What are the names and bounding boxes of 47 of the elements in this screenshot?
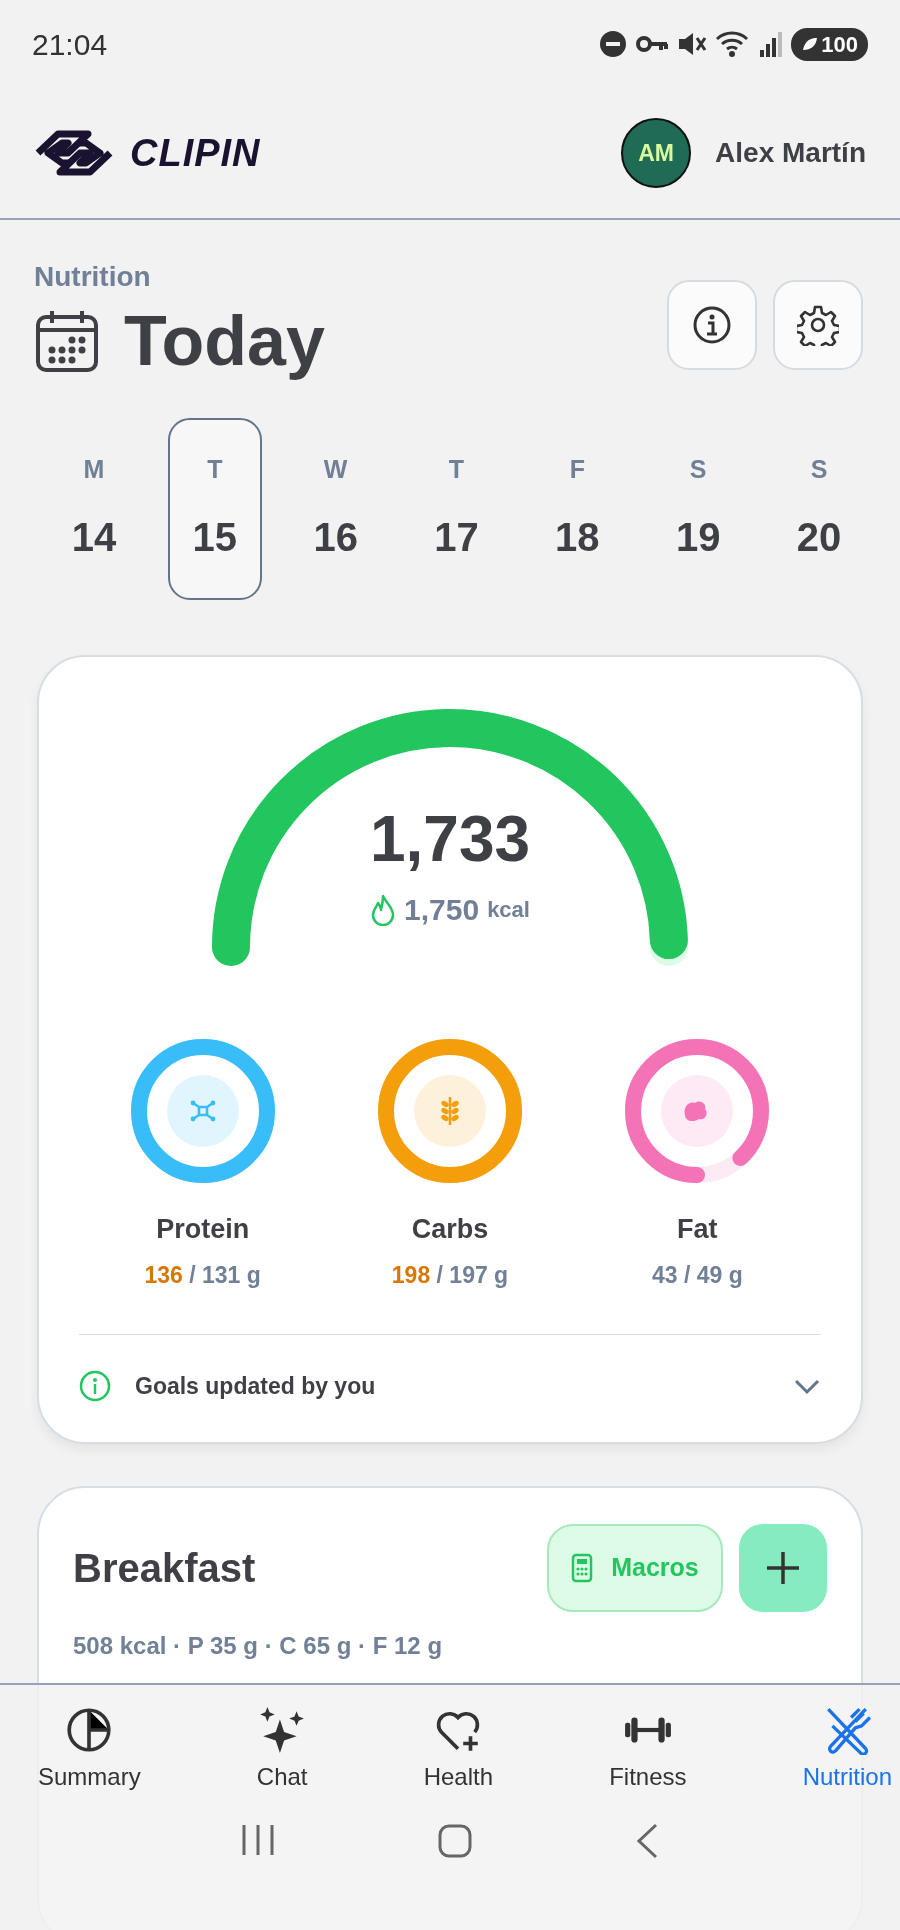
day-button[interactable]: M 14 bbox=[47, 418, 141, 600]
calorie-goal: 1,750 bbox=[404, 892, 480, 928]
day-button[interactable]: T 15 bbox=[167, 418, 262, 600]
day-button[interactable]: W 16 bbox=[288, 418, 383, 600]
flame-icon bbox=[370, 893, 397, 926]
day-button[interactable]: S 19 bbox=[651, 418, 746, 600]
goals-note: Goals updated by you bbox=[135, 1372, 376, 1401]
user-name: Alex Martín bbox=[715, 136, 866, 170]
nav-tab[interactable]: Chat bbox=[256, 1705, 308, 1795]
meal-title: Breakfast bbox=[73, 1544, 256, 1592]
macro-label: Fat bbox=[677, 1213, 718, 1246]
signal-icon bbox=[759, 30, 784, 58]
info-icon bbox=[692, 305, 732, 345]
calculator-icon bbox=[571, 1552, 594, 1583]
info-button[interactable] bbox=[667, 280, 757, 370]
brand-name: CLIPIN bbox=[130, 130, 261, 176]
day-button[interactable]: F 18 bbox=[530, 418, 625, 600]
day-button[interactable]: T 17 bbox=[409, 418, 504, 600]
nav-tab[interactable]: Fitness bbox=[609, 1705, 687, 1795]
macro-amount: 198 / 197 g bbox=[391, 1260, 509, 1290]
day-button[interactable]: S 20 bbox=[771, 418, 866, 600]
section-label: Nutrition bbox=[34, 260, 152, 294]
do-not-disturb-icon bbox=[599, 30, 628, 58]
nav-tab[interactable]: Summary bbox=[38, 1705, 141, 1795]
logo-icon bbox=[34, 128, 114, 178]
info-icon bbox=[79, 1370, 111, 1403]
add-button[interactable] bbox=[739, 1523, 827, 1612]
macro-amount: 136 / 131 g bbox=[144, 1260, 261, 1290]
macro-amount: 43 / 49 g bbox=[651, 1260, 743, 1290]
meal-summary: 508 kcal · P 35 g · C 65 g · F 12 g bbox=[73, 1630, 444, 1661]
calories-eaten: 1,733 bbox=[369, 807, 531, 871]
mute-icon bbox=[677, 30, 708, 58]
settings-icon bbox=[797, 304, 839, 346]
back-icon[interactable] bbox=[635, 1823, 659, 1859]
calendar-icon bbox=[34, 308, 100, 374]
user-avatar[interactable]: AM bbox=[621, 118, 692, 188]
nav-tab[interactable]: Health bbox=[423, 1705, 493, 1795]
status-time: 21:04 bbox=[32, 26, 108, 63]
settings-button[interactable] bbox=[773, 280, 863, 370]
key-icon bbox=[635, 34, 670, 54]
macro-label: Protein bbox=[156, 1213, 250, 1246]
macro-label: Carbs bbox=[411, 1213, 489, 1246]
home-icon[interactable] bbox=[437, 1823, 473, 1859]
recent-apps-icon[interactable] bbox=[241, 1823, 275, 1857]
battery-indicator: 100 bbox=[791, 27, 868, 61]
nav-tab[interactable]: Nutrition bbox=[802, 1705, 892, 1795]
calorie-unit: kcal bbox=[487, 896, 530, 924]
